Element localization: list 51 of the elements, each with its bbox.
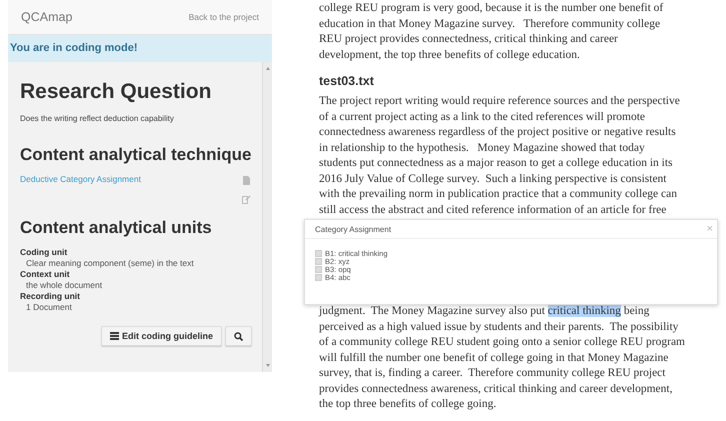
app-title: QCAmap: [21, 10, 72, 24]
text-line: The project report writing would require reference sources and the perspective: [319, 94, 681, 109]
text-line: of a community college REU student going onto a senior college REU program: [319, 335, 686, 350]
text-line: connectedness awareness regardless of the project positive or negative results: [319, 125, 677, 140]
checkbox[interactable]: [315, 274, 322, 280]
text-line: provides connectedness awareness, critical thinking and career development,: [319, 382, 674, 396]
section-heading: Content analytical units: [20, 218, 213, 238]
unit-label: Coding unit: [20, 247, 68, 257]
text-line: college REU program is very good, because it is the number one benefit of: [319, 1, 664, 16]
checkbox[interactable]: [315, 250, 322, 256]
text-line: survey, that is, finding a career. Therefore community college REU project: [319, 366, 666, 381]
checkbox[interactable]: [315, 258, 322, 264]
technique-link[interactable]: Deductive Category Assignment: [20, 174, 141, 204]
text-line: will fulfill the number one benefit of college going in that Money Magazine: [319, 350, 670, 366]
text-line: students put connectedness as a major reason to get a college education in its: [319, 156, 674, 171]
unit-value: 1 Document: [25, 302, 73, 312]
scroll-up-icon: [266, 67, 270, 70]
text-line: with the prevailing norm in publication practice that a community college can: [319, 187, 678, 202]
section-heading: Content analytical technique: [20, 145, 252, 165]
text-line: judgment. The Money Magazine survey also put: [319, 305, 545, 317]
search-icon: [234, 332, 243, 340]
unit-label: Recording unit: [20, 291, 81, 301]
document-icon: [242, 176, 250, 185]
text-line: 2016 July Value of College survey. Such a linking perspective is consistent: [319, 172, 668, 186]
unit-label: Context unit: [20, 269, 71, 279]
edit-guideline-button[interactable]: Edit coding guideline: [101, 326, 222, 346]
text-line: perceived as a high valued issue by students and their parents. The possibility: [319, 320, 680, 334]
edit-icon: [242, 195, 250, 204]
text-line: still access the abstract and cited reference information of an article for free: [319, 202, 668, 218]
text-line: education in that Money Magazine survey. Therefore community college: [319, 16, 662, 32]
list-icon: [110, 332, 119, 340]
text-line: in relationship to the hypothesis. Money Magazine showed that today: [319, 140, 646, 156]
unit-value: Clear meaning component (seme) in the text: [25, 258, 195, 268]
mode-notice: You are in coding mode!: [8, 35, 272, 62]
text-line: being: [624, 305, 650, 317]
search-button[interactable]: [225, 326, 252, 346]
back-link[interactable]: Back to the project: [188, 12, 259, 22]
unit-value: the whole document: [25, 280, 104, 290]
text-line: REU project provides connectedness, critical thinking and career: [319, 32, 619, 47]
scrollbar[interactable]: [262, 62, 272, 372]
scroll-down-icon: [266, 364, 270, 367]
text-line: of a current project acting as a link to the cited references will promote: [319, 110, 646, 124]
highlighted-text: critical thinking: [548, 305, 621, 317]
document-title: test03.txt: [319, 74, 375, 88]
question-text: Does the writing reflect deduction capability: [20, 114, 175, 123]
close-button[interactable]: ×: [706, 223, 713, 235]
dialog-title: Category Assignment: [315, 224, 392, 234]
text-line: the top three benefits of college going.: [319, 397, 498, 412]
checkbox[interactable]: [315, 266, 322, 272]
text-line: development, the top three benefits of college education.: [319, 48, 581, 62]
section-heading: Research Question: [20, 80, 212, 104]
